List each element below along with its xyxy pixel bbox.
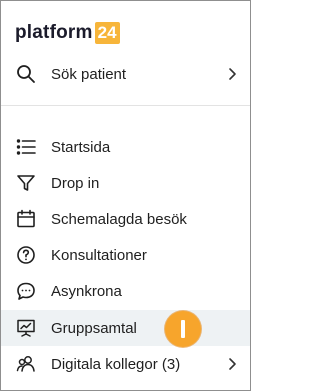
funnel-icon	[15, 172, 37, 194]
chevron-right-icon	[227, 356, 239, 372]
text-cursor-icon	[181, 320, 185, 338]
question-circle-icon	[15, 244, 37, 266]
sidebar-item-label: Asynkrona	[51, 282, 122, 300]
chat-bubble-icon	[15, 280, 37, 302]
chevron-right-icon	[227, 66, 239, 82]
sidebar-panel: platform 24 Sök patient Startsida Drop i…	[0, 0, 251, 391]
search-icon	[15, 63, 37, 85]
logo-wordmark: platform	[15, 22, 93, 43]
search-patient-label: Sök patient	[51, 65, 127, 83]
sidebar-item-label: Drop in	[51, 174, 100, 192]
sidebar-item-schemalagda-besok[interactable]: Schemalagda besök	[1, 201, 250, 237]
sidebar-item-digitala-kollegor[interactable]: Digitala kollegor (3)	[1, 346, 250, 382]
sidebar-item-label: Gruppsamtal	[51, 319, 137, 337]
sidebar-item-asynkrona[interactable]: Asynkrona	[1, 273, 250, 309]
cursor-marker-icon	[165, 311, 201, 347]
sidebar-item-startsida[interactable]: Startsida	[1, 129, 250, 165]
sidebar-item-drop-in[interactable]: Drop in	[1, 165, 250, 201]
sidebar-item-konsultationer[interactable]: Konsultationer	[1, 237, 250, 273]
presentation-screen-icon	[15, 317, 37, 339]
list-icon	[15, 136, 37, 158]
sidebar-item-gruppsamtal[interactable]: Gruppsamtal	[1, 310, 250, 346]
menu-divider	[1, 105, 250, 106]
sidebar-item-label: Konsultationer	[51, 246, 147, 264]
sidebar-item-label: Schemalagda besök	[51, 210, 187, 228]
sidebar-item-label: Digitala kollegor (3)	[51, 355, 181, 373]
logo-badge: 24	[94, 22, 120, 44]
people-icon	[15, 353, 37, 375]
platform-logo[interactable]: platform 24	[15, 21, 120, 45]
calendar-icon	[15, 208, 37, 230]
search-patient-item[interactable]: Sök patient	[1, 53, 250, 95]
sidebar-item-label: Startsida	[51, 138, 111, 156]
